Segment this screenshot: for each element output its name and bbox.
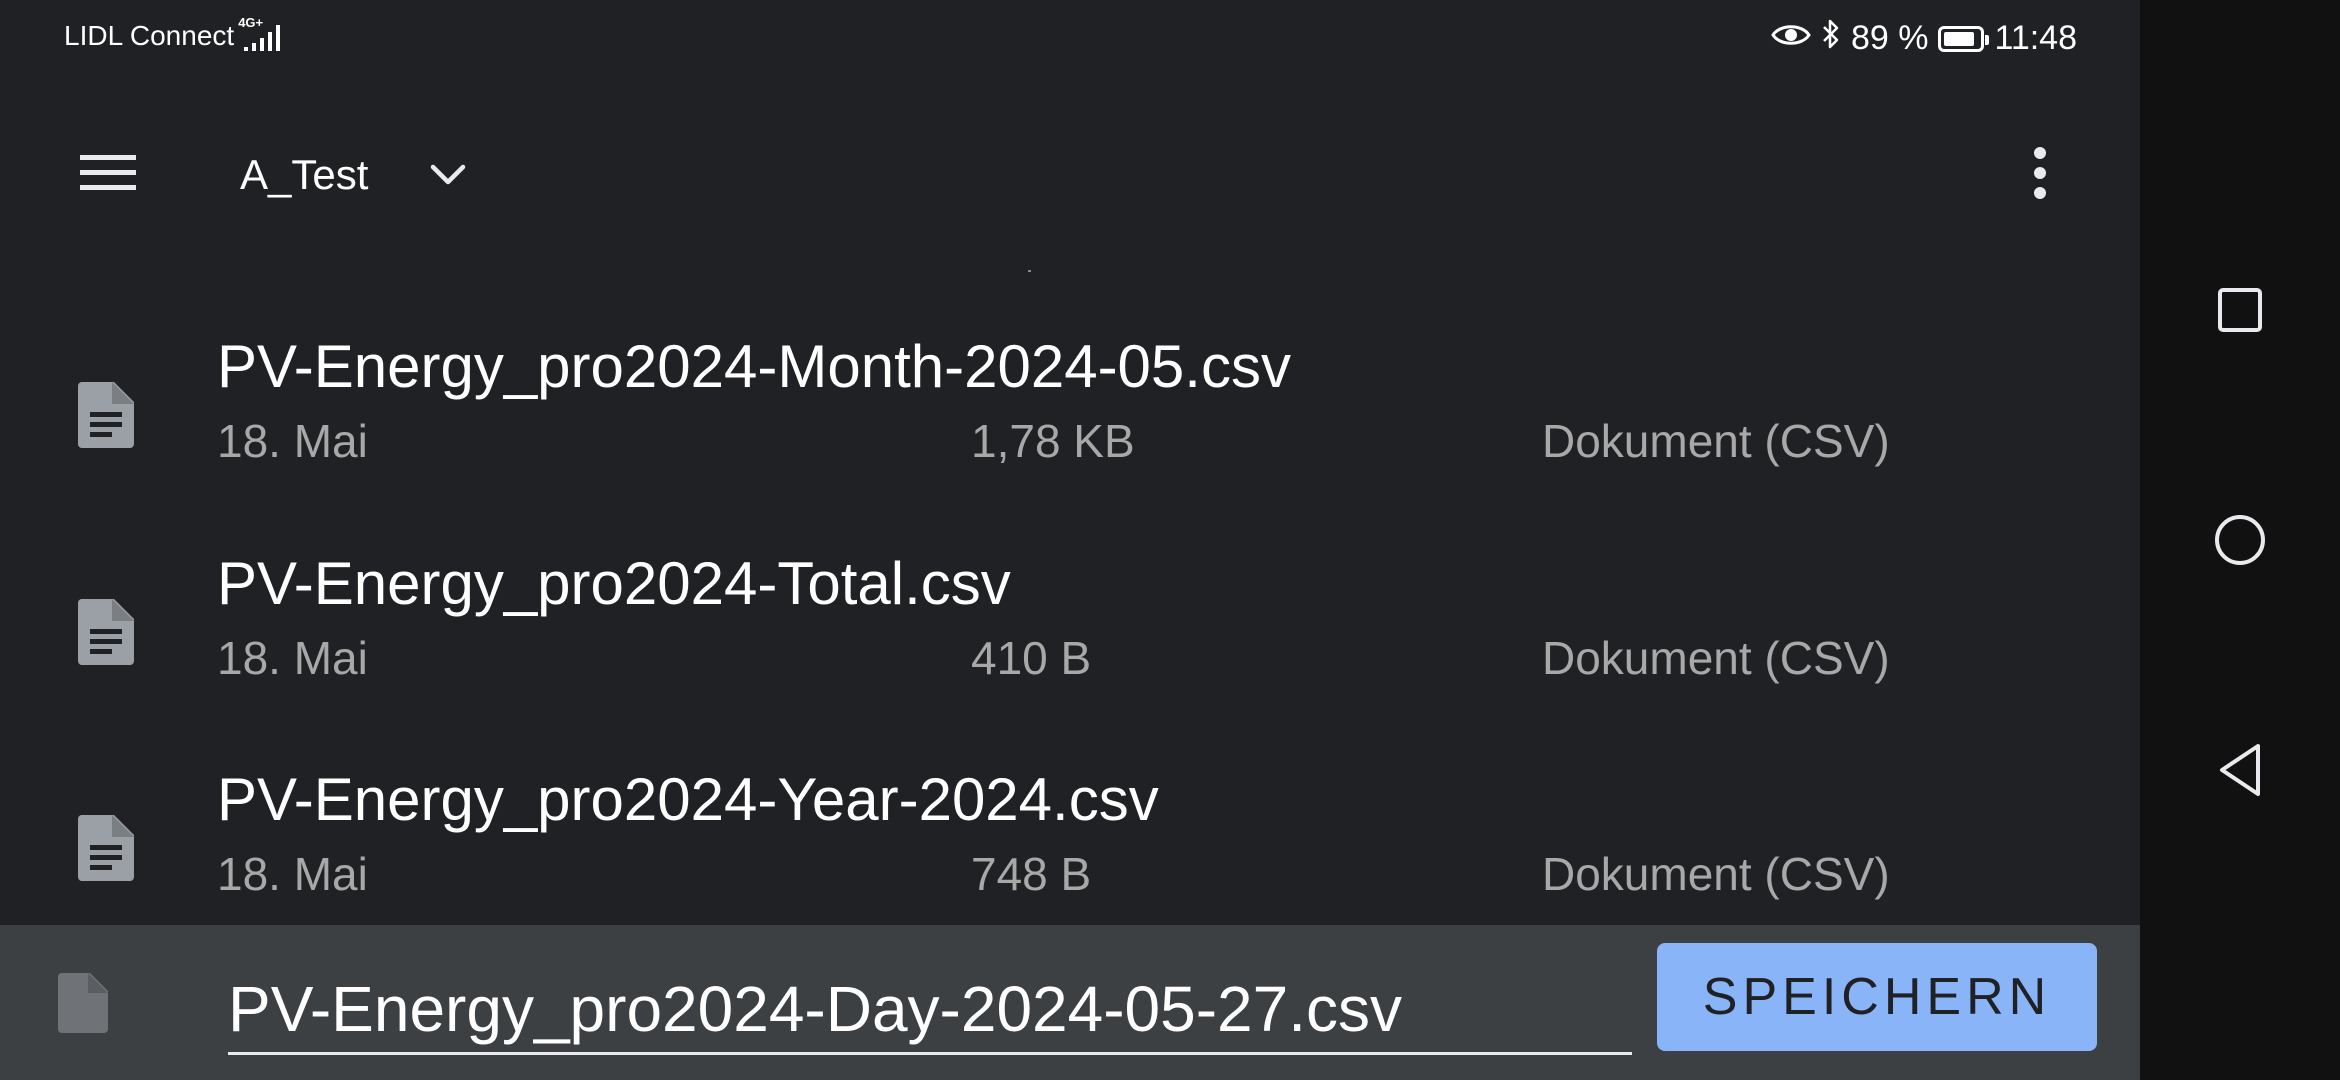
back-button[interactable]	[2190, 720, 2290, 820]
scroll-indicator	[1028, 270, 1031, 272]
more-vert-icon	[2034, 147, 2046, 199]
menu-button[interactable]	[68, 133, 148, 213]
home-circle-icon	[2215, 515, 2265, 565]
status-bar: LIDL Connect 4G+ 89 % 11:48	[0, 0, 2140, 80]
recents-square-icon	[2218, 288, 2262, 332]
signal-icon: 4G+	[238, 15, 288, 51]
app-bar: A_Test	[0, 100, 2140, 250]
folder-title: A_Test	[240, 151, 369, 198]
file-type: Dokument (CSV)	[1542, 632, 1890, 684]
eye-icon	[1771, 19, 1811, 58]
file-list-item[interactable]: PV-Energy_pro2024-Total.csv 18. Mai 410 …	[0, 549, 2140, 765]
battery-icon	[1938, 25, 1990, 52]
network-type: 4G+	[238, 15, 264, 30]
folder-selector[interactable]: A_Test	[240, 140, 478, 210]
file-list-item[interactable]: PV-Energy_pro2024-Year-2024.csv 18. Mai …	[0, 765, 2140, 920]
file-name: PV-Energy_pro2024-Month-2024-05.csv	[217, 333, 1291, 400]
file-date: 18. Mai	[217, 632, 368, 684]
home-button[interactable]	[2190, 490, 2290, 590]
file-size: 1,78 KB	[971, 415, 1135, 467]
file-date: 18. Mai	[217, 415, 368, 467]
more-options-button[interactable]	[2000, 133, 2080, 213]
file-type: Dokument (CSV)	[1542, 848, 1890, 900]
filename-input[interactable]	[228, 965, 1632, 1055]
menu-icon	[80, 155, 136, 190]
file-list-item[interactable]: PV-Energy_pro2024-Month-2024-05.csv 18. …	[0, 332, 2140, 548]
screen: LIDL Connect 4G+ 89 % 11:48 A_Test PV-En…	[0, 0, 2340, 1080]
file-type: Dokument (CSV)	[1542, 415, 1890, 467]
file-size: 748 B	[971, 848, 1092, 900]
file-size: 410 B	[971, 632, 1092, 684]
save-bar: SPEICHERN	[0, 925, 2140, 1080]
file-date: 18. Mai	[217, 848, 368, 900]
battery-level	[1944, 31, 1975, 46]
carrier-name: LIDL Connect	[64, 20, 235, 51]
chevron-down-icon[interactable]	[418, 145, 478, 205]
file-name: PV-Energy_pro2024-Year-2024.csv	[217, 766, 1159, 833]
battery-percent: 89 %	[1850, 19, 1929, 57]
document-icon	[78, 815, 134, 881]
back-triangle-icon	[2220, 744, 2260, 796]
file-name: PV-Energy_pro2024-Total.csv	[217, 550, 1011, 617]
file-list[interactable]: PV-Energy_pro2024-Month-2024-05.csv 18. …	[0, 270, 2140, 920]
document-icon	[78, 599, 134, 665]
recents-button[interactable]	[2190, 260, 2290, 360]
clock-time: 11:48	[1994, 19, 2077, 57]
carrier-info: LIDL Connect 4G+	[64, 15, 288, 52]
navigation-bar	[2140, 0, 2340, 1080]
document-icon	[78, 382, 134, 448]
file-icon	[58, 973, 108, 1033]
bluetooth-icon	[1821, 18, 1841, 59]
save-button[interactable]: SPEICHERN	[1657, 943, 2097, 1051]
file-save-dialog: LIDL Connect 4G+ 89 % 11:48 A_Test PV-En…	[0, 0, 2140, 1080]
status-right-group: 89 % 11:48	[1771, 18, 2077, 59]
